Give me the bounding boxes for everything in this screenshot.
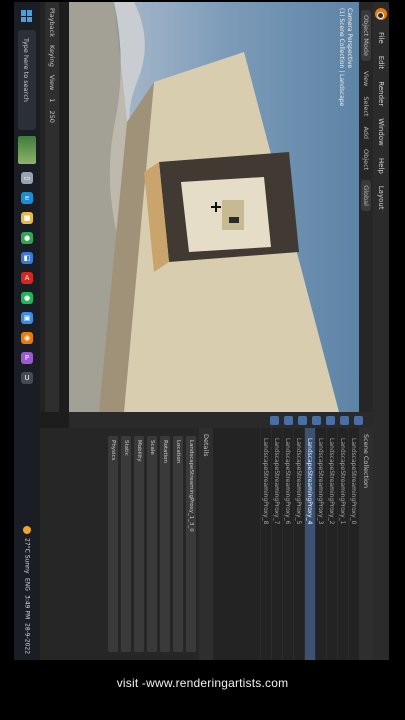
outliner-panel: Scene Collection LandscapeStreamingProxy… (213, 428, 373, 660)
windows-start-icon[interactable] (21, 10, 33, 22)
view-menu[interactable]: View (362, 71, 370, 86)
taskbar-search-input[interactable]: Type here to search (18, 30, 36, 130)
store-icon[interactable]: ◧ (21, 252, 33, 264)
playback-menu[interactable]: Playback (48, 8, 56, 37)
scale-tool-icon[interactable] (312, 415, 321, 425)
mobility-field[interactable]: Mobility (134, 436, 144, 652)
3d-cursor-icon[interactable] (211, 202, 221, 212)
photos-icon[interactable]: ▣ (21, 312, 33, 324)
acrobat-icon[interactable]: A (21, 272, 33, 284)
properties-panel: Details LandscapeStreamingProxy_1_3_0 Lo… (14, 428, 213, 660)
blender-icon[interactable]: ◉ (21, 332, 33, 344)
spotify-icon[interactable]: ● (21, 292, 33, 304)
timeline-header: Playback Keying View 1 250 (45, 2, 59, 412)
timeline-view-menu[interactable]: View (48, 75, 56, 90)
screenshot-frame: File Edit Render Window Help Layout Obje… (14, 2, 389, 660)
viewport-info: Camera Perspective (1) Scene Collection … (338, 8, 353, 107)
move-tool-icon[interactable] (340, 415, 349, 425)
outliner-row-selected[interactable]: LandscapeStreamingProxy_4 (304, 428, 315, 660)
3d-viewport[interactable]: Camera Perspective (1) Scene Collection … (69, 2, 359, 412)
premiere-icon[interactable]: P (21, 352, 33, 364)
search-highlight-thumbnail[interactable] (18, 136, 36, 164)
chrome-icon[interactable]: ● (21, 232, 33, 244)
rotation-field[interactable]: Rotation (160, 436, 170, 652)
static-field[interactable]: Static (121, 436, 131, 652)
properties-header: Details (199, 428, 213, 660)
selected-object-name[interactable]: LandscapeStreamingProxy_1_3_0 (186, 436, 196, 652)
scale-field[interactable]: Scale (147, 436, 157, 652)
measure-tool-icon[interactable] (270, 415, 279, 425)
blender-logo-icon[interactable] (375, 8, 387, 20)
transform-orientation-dropdown[interactable]: Global (361, 180, 371, 211)
tool-shelf (69, 412, 373, 428)
viewport-header: Object Mode View Select Add Object Globa… (359, 2, 373, 412)
task-view-icon[interactable]: ▭ (21, 172, 33, 184)
menu-window[interactable]: Window (377, 118, 385, 146)
workspace-tab-layout[interactable]: Layout (377, 186, 385, 210)
blender-window: File Edit Render Window Help Layout Obje… (14, 2, 389, 660)
outliner-row[interactable]: LandscapeStreamingProxy_0 (348, 428, 359, 660)
transform-tool-icon[interactable] (298, 415, 307, 425)
clock-time[interactable]: 3:49 PM (24, 595, 31, 619)
weather-text[interactable]: 27°C Sunny (24, 538, 31, 574)
mode-dropdown[interactable]: Object Mode (361, 10, 371, 61)
pinned-apps: ▭ e ■ ● ◧ A ● ▣ ◉ P U (21, 164, 33, 384)
unreal-icon[interactable]: U (21, 372, 33, 384)
edge-icon[interactable]: e (21, 192, 33, 204)
select-tool-icon[interactable] (354, 415, 363, 425)
annotate-tool-icon[interactable] (284, 415, 293, 425)
outliner-row[interactable]: LandscapeStreamingProxy_7 (271, 428, 282, 660)
object-menu[interactable]: Object (362, 149, 370, 170)
furniture (222, 200, 244, 230)
file-explorer-icon[interactable]: ■ (21, 212, 33, 224)
clock-date[interactable]: 28-9-2022 (24, 623, 31, 654)
add-menu[interactable]: Add (362, 126, 370, 139)
system-tray: 27°C Sunny ENG 3:49 PM 28-9-2022 (23, 526, 31, 654)
watermark-caption: visit -www.renderingartists.com (116, 676, 289, 690)
outliner-row[interactable]: LandscapeStreamingProxy_5 (293, 428, 304, 660)
physics-field[interactable]: Physics (108, 436, 118, 652)
windows-taskbar: Type here to search ▭ e ■ ● ◧ A ● ▣ ◉ P U 27°C Sun… (14, 2, 40, 660)
frame-start[interactable]: 1 (48, 98, 56, 102)
menu-render[interactable]: Render (377, 81, 385, 106)
language-indicator[interactable]: ENG (24, 578, 31, 591)
outliner-row[interactable]: LandscapeStreamingProxy_6 (282, 428, 293, 660)
outliner-row[interactable]: LandscapeStreamingProxy_3 (315, 428, 326, 660)
rotate-tool-icon[interactable] (326, 415, 335, 425)
menu-help[interactable]: Help (377, 158, 385, 174)
menu-edit[interactable]: Edit (377, 56, 385, 70)
frame-end[interactable]: 250 (48, 110, 56, 122)
weather-icon[interactable] (23, 526, 31, 535)
keying-menu[interactable]: Keying (48, 45, 56, 67)
select-menu[interactable]: Select (362, 96, 370, 116)
menu-file[interactable]: File (377, 32, 385, 44)
outliner-row[interactable]: LandscapeStreamingProxy_8 (260, 428, 271, 660)
outliner-row[interactable]: LandscapeStreamingProxy_2 (326, 428, 337, 660)
search-placeholder: Type here to search (22, 38, 30, 102)
outliner-header: Scene Collection (359, 428, 373, 660)
outliner-row[interactable]: LandscapeStreamingProxy_1 (337, 428, 348, 660)
window-frame (229, 217, 239, 223)
location-field[interactable]: Location (173, 436, 183, 652)
blender-menu-bar: File Edit Render Window Help Layout (373, 2, 389, 660)
